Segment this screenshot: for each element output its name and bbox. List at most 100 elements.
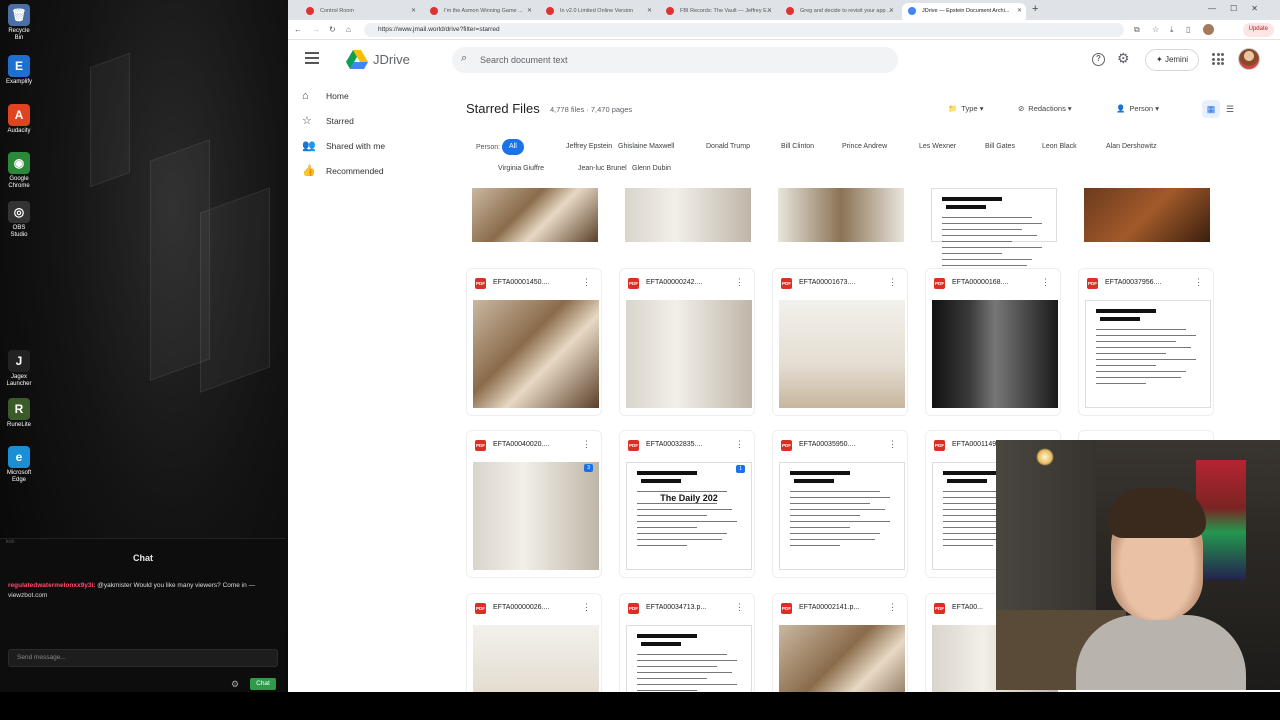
forward-icon[interactable]: → <box>312 25 320 34</box>
desktop-icon-jagex-launcher[interactable]: J Jagex Launcher <box>4 350 34 388</box>
browser-tab[interactable]: JDrive — Epstein Document Archi... ✕ <box>902 3 1026 20</box>
browser-tab[interactable]: Greg and decide to revisit your app ... ✕ <box>780 3 898 20</box>
update-button[interactable]: Update <box>1242 23 1274 37</box>
browser-tab[interactable]: FBI Records: The Vault — Jeffrey E... ✕ <box>660 3 776 20</box>
file-thumbnail[interactable] <box>472 188 598 242</box>
file-thumbnail[interactable] <box>779 462 905 570</box>
filter-person[interactable]: 👤 Person ▾ <box>1110 100 1165 118</box>
sidebar-item-shared-with-me[interactable]: 👥 Shared with me <box>288 134 446 158</box>
file-thumbnail[interactable] <box>626 300 752 408</box>
person-chip-alan-dershowitz[interactable]: Alan Dershowitz <box>1100 139 1163 155</box>
file-thumbnail[interactable] <box>778 188 904 242</box>
chat-message-user[interactable]: regulatedwatermelonxx9y3i: <box>8 582 95 589</box>
desktop-icon-examplify[interactable]: E Examplify <box>4 55 34 86</box>
file-thumbnail[interactable] <box>473 625 599 692</box>
grid-view-icon[interactable]: ▦ <box>1202 100 1220 118</box>
more-options-icon[interactable]: ⋮ <box>735 602 744 613</box>
file-thumbnail[interactable] <box>931 188 1057 273</box>
desktop-icon-obs-studio[interactable]: ◎ OBS Studio <box>4 201 34 239</box>
file-card[interactable]: PDF EFTA00034713.p... ⋮ <box>619 593 755 692</box>
file-card[interactable] <box>925 188 1061 273</box>
file-thumbnail[interactable]: 3 <box>473 462 599 570</box>
sidebar-icon[interactable]: ▯ <box>1186 25 1190 34</box>
desktop-icon-recycle-bin[interactable]: 🗑 Recycle Bin <box>4 4 34 42</box>
url-input[interactable]: https://www.jmail.world/drive?filter=sta… <box>364 23 1124 37</box>
file-thumbnail[interactable] <box>626 625 752 692</box>
file-thumbnail[interactable] <box>932 300 1058 408</box>
back-icon[interactable]: ← <box>294 25 302 34</box>
person-chip-les-wexner[interactable]: Les Wexner <box>913 139 962 155</box>
download-icon[interactable]: ⤓ <box>1170 25 1174 35</box>
file-card[interactable]: PDF EFTA00000168.... ⋮ <box>925 268 1061 416</box>
jemini-button[interactable]: ✦ Jemini <box>1145 49 1199 71</box>
browser-profile-avatar[interactable] <box>1203 24 1214 35</box>
file-thumbnail[interactable] <box>625 188 751 242</box>
sidebar-item-starred[interactable]: ☆ Starred <box>288 109 446 133</box>
file-thumbnail[interactable] <box>779 625 905 692</box>
list-view-icon[interactable]: ☰ <box>1226 104 1234 115</box>
more-options-icon[interactable]: ⋮ <box>735 277 744 288</box>
person-chip-ghislaine-maxwell[interactable]: Ghislaine Maxwell <box>612 139 680 155</box>
reload-icon[interactable]: ↻ <box>329 25 336 34</box>
file-card[interactable]: PDF EFTA00035950.... ⋮ <box>772 430 908 578</box>
extensions-icon[interactable]: ⧉ <box>1134 25 1140 35</box>
file-thumbnail[interactable] <box>779 300 905 408</box>
file-thumbnail[interactable]: The Daily 202 1 <box>626 462 752 570</box>
gear-icon[interactable]: ⚙ <box>231 679 239 690</box>
file-thumbnail[interactable] <box>1084 188 1210 242</box>
sidebar-item-recommended[interactable]: 👍 Recommended <box>288 159 446 183</box>
browser-tab[interactable]: In v2.0 Limited Online Version ✕ <box>540 3 656 20</box>
file-card[interactable]: PDF EFTA00037956.... ⋮ <box>1078 268 1214 416</box>
menu-icon[interactable] <box>305 52 319 64</box>
close-tab-icon[interactable]: ✕ <box>647 7 652 14</box>
more-options-icon[interactable]: ⋮ <box>888 439 897 450</box>
file-card[interactable] <box>619 188 755 250</box>
file-thumbnail[interactable] <box>473 300 599 408</box>
search-bar[interactable]: ⌕ Search document text <box>452 47 898 73</box>
more-options-icon[interactable]: ⋮ <box>582 602 591 613</box>
bookmark-star-icon[interactable]: ☆ <box>1152 25 1159 34</box>
new-tab-icon[interactable]: + <box>1032 3 1038 15</box>
desktop-icon-runelite[interactable]: R RuneLite <box>4 398 34 429</box>
person-chip-jeffrey-epstein[interactable]: Jeffrey Epstein <box>560 139 618 155</box>
more-options-icon[interactable]: ⋮ <box>735 439 744 450</box>
browser-tab[interactable]: I'm the Asmon Winning Game ... ✕ <box>424 3 536 20</box>
desktop-icon-google-chrome[interactable]: ◉ Google Chrome <box>4 152 34 190</box>
chat-message-input[interactable]: Send message... <box>8 649 278 667</box>
file-card[interactable] <box>466 188 602 250</box>
more-options-icon[interactable]: ⋮ <box>1194 277 1203 288</box>
person-chip-leon-black[interactable]: Leon Black <box>1036 139 1083 155</box>
file-card[interactable]: PDF EFTA00032835.... ⋮ The Daily 202 1 <box>619 430 755 578</box>
chat-send-button[interactable]: Chat <box>250 678 276 690</box>
person-chip-bill-gates[interactable]: Bill Gates <box>979 139 1021 155</box>
more-options-icon[interactable]: ⋮ <box>582 439 591 450</box>
desktop-icon-microsoft-edge[interactable]: e Microsoft Edge <box>4 446 34 484</box>
browser-tab[interactable]: Control Room ✕ <box>300 3 420 20</box>
home-icon[interactable]: ⌂ <box>346 25 351 34</box>
window-controls[interactable]: —☐✕ <box>1208 4 1272 13</box>
more-options-icon[interactable]: ⋮ <box>582 277 591 288</box>
filter-type[interactable]: 📁 Type ▾ <box>942 100 989 118</box>
settings-gear-icon[interactable]: ⚙ <box>1117 50 1130 67</box>
filter-redactions[interactable]: ⊘ Redactions ▾ <box>1012 100 1078 118</box>
person-chip-bill-clinton[interactable]: Bill Clinton <box>775 139 820 155</box>
close-tab-icon[interactable]: ✕ <box>1017 7 1022 14</box>
file-card[interactable]: PDF EFTA00001673.... ⋮ <box>772 268 908 416</box>
file-thumbnail[interactable] <box>1085 300 1211 408</box>
person-chip-virginia-giuffre[interactable]: Virginia Giuffre <box>492 161 550 177</box>
file-card[interactable] <box>772 188 908 250</box>
close-tab-icon[interactable]: ✕ <box>767 7 772 14</box>
file-card[interactable]: PDF EFTA00000242.... ⋮ <box>619 268 755 416</box>
apps-grid-icon[interactable] <box>1212 53 1224 65</box>
more-options-icon[interactable]: ⋮ <box>888 277 897 288</box>
file-card[interactable]: PDF EFTA00000026.... ⋮ <box>466 593 602 692</box>
app-brand[interactable]: JDrive <box>373 52 410 67</box>
person-chip-prince-andrew[interactable]: Prince Andrew <box>836 139 893 155</box>
person-chip-jean-luc-brunel[interactable]: Jean-luc Brunel <box>572 161 633 177</box>
close-tab-icon[interactable]: ✕ <box>889 7 894 14</box>
more-options-icon[interactable]: ⋮ <box>1041 277 1050 288</box>
close-tab-icon[interactable]: ✕ <box>411 7 416 14</box>
profile-avatar[interactable] <box>1238 48 1260 70</box>
close-tab-icon[interactable]: ✕ <box>527 7 532 14</box>
help-icon[interactable]: ? <box>1092 53 1105 66</box>
